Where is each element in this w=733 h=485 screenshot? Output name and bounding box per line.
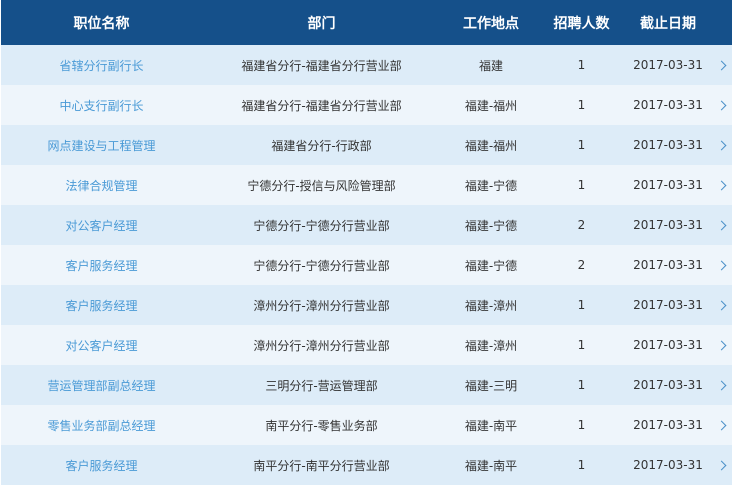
chevron-right-icon[interactable] (714, 378, 732, 392)
department-cell: 南平分行-零售业务部 (265, 418, 378, 433)
job-title-link[interactable]: 营运管理部副总经理 (1, 377, 202, 394)
job-title-link[interactable]: 网点建设与工程管理 (1, 137, 202, 154)
headcount-cell: 1 (577, 458, 586, 472)
job-title-link[interactable]: 省辖分行副行长 (1, 57, 202, 74)
location-cell: 福建-漳州 (464, 338, 518, 353)
table-row[interactable]: 客户服务经理 漳州分行-漳州分行营业部 福建-漳州 1 2017-03-31 (1, 285, 732, 325)
location-cell: 福建-南平 (464, 418, 518, 433)
table-row[interactable]: 中心支行副行长 福建省分行-福建省分行营业部 福建-福州 1 2017-03-31 (1, 85, 732, 125)
location-cell: 福建-漳州 (464, 298, 518, 313)
headcount-cell: 2 (577, 258, 586, 272)
deadline-cell: 2017-03-31 (633, 58, 703, 72)
chevron-right-icon[interactable] (714, 418, 732, 432)
department-cell: 宁德分行-宁德分行营业部 (253, 258, 390, 273)
deadline-cell: 2017-03-31 (633, 418, 703, 432)
job-title-link[interactable]: 零售业务部副总经理 (1, 417, 202, 434)
chevron-right-icon[interactable] (714, 178, 732, 192)
location-cell: 福建-三明 (464, 378, 518, 393)
chevron-right-icon[interactable] (714, 338, 732, 352)
department-cell: 南平分行-南平分行营业部 (253, 458, 390, 473)
deadline-cell: 2017-03-31 (633, 298, 703, 312)
table-row[interactable]: 法律合规管理 宁德分行-授信与风险管理部 福建-宁德 1 2017-03-31 (1, 165, 732, 205)
location-cell: 福建-宁德 (464, 178, 518, 193)
table-row[interactable]: 客户服务经理 南平分行-南平分行营业部 福建-南平 1 2017-03-31 (1, 445, 732, 485)
headcount-cell: 2 (577, 218, 586, 232)
chevron-right-icon[interactable] (714, 98, 732, 112)
table-row[interactable]: 对公客户经理 宁德分行-宁德分行营业部 福建-宁德 2 2017-03-31 (1, 205, 732, 245)
department-cell: 漳州分行-漳州分行营业部 (253, 298, 390, 313)
department-cell: 福建省分行-行政部 (271, 138, 372, 153)
job-title-link[interactable]: 对公客户经理 (1, 217, 202, 234)
deadline-cell: 2017-03-31 (633, 98, 703, 112)
location-cell: 福建-福州 (464, 138, 518, 153)
location-cell: 福建-南平 (464, 458, 518, 473)
header-deadline: 截止日期 (640, 15, 696, 32)
department-cell: 福建省分行-福建省分行营业部 (241, 58, 402, 73)
headcount-cell: 1 (577, 418, 586, 432)
job-listing-table: 职位名称 部门 工作地点 招聘人数 截止日期 省辖分行副行长 福建省分行-福建省分… (1, 0, 732, 485)
table-header: 职位名称 部门 工作地点 招聘人数 截止日期 (1, 0, 732, 45)
table-body: 省辖分行副行长 福建省分行-福建省分行营业部 福建 1 2017-03-31 中心支行副行… (1, 45, 732, 485)
chevron-right-icon[interactable] (714, 138, 732, 152)
deadline-cell: 2017-03-31 (633, 218, 703, 232)
location-cell: 福建 (478, 58, 503, 73)
chevron-right-icon[interactable] (714, 458, 732, 472)
deadline-cell: 2017-03-31 (633, 378, 703, 392)
department-cell: 福建省分行-福建省分行营业部 (241, 98, 402, 113)
header-title: 职位名称 (73, 15, 130, 32)
headcount-cell: 1 (577, 58, 586, 72)
deadline-cell: 2017-03-31 (633, 458, 703, 472)
chevron-right-icon[interactable] (714, 58, 732, 72)
chevron-right-icon[interactable] (714, 258, 732, 272)
department-cell: 三明分行-营运管理部 (265, 378, 378, 393)
job-title-link[interactable]: 对公客户经理 (1, 337, 202, 354)
headcount-cell: 1 (577, 98, 586, 112)
deadline-cell: 2017-03-31 (633, 138, 703, 152)
table-row[interactable]: 零售业务部副总经理 南平分行-零售业务部 福建-南平 1 2017-03-31 (1, 405, 732, 445)
deadline-cell: 2017-03-31 (633, 178, 703, 192)
header-headcount: 招聘人数 (553, 15, 610, 32)
department-cell: 漳州分行-漳州分行营业部 (253, 338, 390, 353)
headcount-cell: 1 (577, 298, 586, 312)
location-cell: 福建-宁德 (464, 258, 518, 273)
deadline-cell: 2017-03-31 (633, 338, 703, 352)
headcount-cell: 1 (577, 178, 586, 192)
job-title-link[interactable]: 中心支行副行长 (1, 97, 202, 114)
department-cell: 宁德分行-宁德分行营业部 (253, 218, 390, 233)
job-title-link[interactable]: 客户服务经理 (1, 457, 202, 474)
table-row[interactable]: 网点建设与工程管理 福建省分行-行政部 福建-福州 1 2017-03-31 (1, 125, 732, 165)
header-department: 部门 (307, 15, 336, 32)
deadline-cell: 2017-03-31 (633, 258, 703, 272)
job-title-link[interactable]: 客户服务经理 (1, 257, 202, 274)
headcount-cell: 1 (577, 378, 586, 392)
table-row[interactable]: 省辖分行副行长 福建省分行-福建省分行营业部 福建 1 2017-03-31 (1, 45, 732, 85)
job-title-link[interactable]: 客户服务经理 (1, 297, 202, 314)
table-row[interactable]: 营运管理部副总经理 三明分行-营运管理部 福建-三明 1 2017-03-31 (1, 365, 732, 405)
location-cell: 福建-福州 (464, 98, 518, 113)
location-cell: 福建-宁德 (464, 218, 518, 233)
headcount-cell: 1 (577, 338, 586, 352)
chevron-right-icon[interactable] (714, 298, 732, 312)
job-title-link[interactable]: 法律合规管理 (1, 177, 202, 194)
chevron-right-icon[interactable] (714, 218, 732, 232)
department-cell: 宁德分行-授信与风险管理部 (247, 178, 396, 193)
header-location: 工作地点 (463, 15, 519, 32)
headcount-cell: 1 (577, 138, 586, 152)
table-row[interactable]: 对公客户经理 漳州分行-漳州分行营业部 福建-漳州 1 2017-03-31 (1, 325, 732, 365)
table-row[interactable]: 客户服务经理 宁德分行-宁德分行营业部 福建-宁德 2 2017-03-31 (1, 245, 732, 285)
